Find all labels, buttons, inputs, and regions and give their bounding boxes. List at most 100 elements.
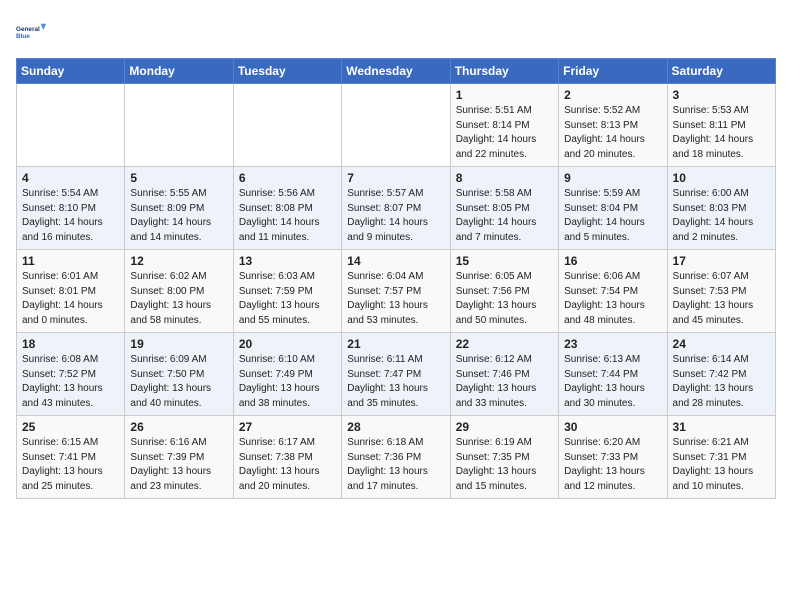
day-info: Sunrise: 5:51 AM Sunset: 8:14 PM Dayligh…	[456, 104, 553, 162]
day-info: Sunrise: 5:54 AM Sunset: 8:10 PM Dayligh…	[22, 187, 119, 245]
day-info: Sunrise: 6:11 AM Sunset: 7:47 PM Dayligh…	[347, 353, 444, 411]
calendar-cell: 6Sunrise: 5:56 AM Sunset: 8:08 PM Daylig…	[233, 167, 341, 250]
day-info: Sunrise: 6:09 AM Sunset: 7:50 PM Dayligh…	[130, 353, 227, 411]
day-info: Sunrise: 6:17 AM Sunset: 7:38 PM Dayligh…	[239, 436, 336, 494]
day-header-saturday: Saturday	[667, 59, 775, 84]
page-header: GeneralBlue	[16, 16, 776, 48]
calendar-cell: 31 Sunrise: 6:21 AM Sunset: 7:31 PM Dayli…	[667, 416, 775, 499]
day-info: Sunrise: 5:52 AM Sunset: 8:13 PM Dayligh…	[564, 104, 661, 162]
day-info: Sunrise: 6:06 AM Sunset: 7:54 PM Dayligh…	[564, 270, 661, 328]
day-info: Sunrise: 6:10 AM Sunset: 7:49 PM Dayligh…	[239, 353, 336, 411]
day-info: Sunrise: 6:04 AM Sunset: 7:57 PM Dayligh…	[347, 270, 444, 328]
calendar-cell: 22Sunrise: 6:12 AM Sunset: 7:46 PM Dayli…	[450, 333, 558, 416]
calendar-cell	[342, 84, 450, 167]
calendar-cell: 19 Sunrise: 6:09 AM Sunset: 7:50 PM Dayli…	[125, 333, 233, 416]
calendar-cell: 11 Sunrise: 6:01 AM Sunset: 8:01 PM Dayli…	[17, 250, 125, 333]
day-number: 21	[347, 337, 444, 351]
day-info: Sunrise: 6:03 AM Sunset: 7:59 PM Dayligh…	[239, 270, 336, 328]
day-header-wednesday: Wednesday	[342, 59, 450, 84]
calendar-cell: 12Sunrise: 6:02 AM Sunset: 8:00 PM Dayli…	[125, 250, 233, 333]
calendar-cell: 8Sunrise: 5:58 AM Sunset: 8:05 PM Daylig…	[450, 167, 558, 250]
day-number: 14	[347, 254, 444, 268]
day-number: 26	[130, 420, 227, 434]
logo-icon: GeneralBlue	[16, 16, 48, 48]
calendar-cell	[233, 84, 341, 167]
calendar-cell: 24 Sunrise: 6:14 AM Sunset: 7:42 PM Dayli…	[667, 333, 775, 416]
calendar-cell: 15Sunrise: 6:05 AM Sunset: 7:56 PM Dayli…	[450, 250, 558, 333]
day-number: 3	[673, 88, 770, 102]
calendar-cell: 13 Sunrise: 6:03 AM Sunset: 7:59 PM Dayli…	[233, 250, 341, 333]
day-info: Sunrise: 6:16 AM Sunset: 7:39 PM Dayligh…	[130, 436, 227, 494]
calendar-cell: 2 Sunrise: 5:52 AM Sunset: 8:13 PM Daylig…	[559, 84, 667, 167]
day-info: Sunrise: 5:56 AM Sunset: 8:08 PM Dayligh…	[239, 187, 336, 245]
svg-text:General: General	[16, 26, 40, 33]
day-info: Sunrise: 6:19 AM Sunset: 7:35 PM Dayligh…	[456, 436, 553, 494]
logo: GeneralBlue	[16, 16, 48, 48]
calendar-cell: 10 Sunrise: 6:00 AM Sunset: 8:03 PM Dayli…	[667, 167, 775, 250]
calendar-cell: 3 Sunrise: 5:53 AM Sunset: 8:11 PM Daylig…	[667, 84, 775, 167]
day-number: 17	[673, 254, 770, 268]
day-info: Sunrise: 6:07 AM Sunset: 7:53 PM Dayligh…	[673, 270, 770, 328]
day-header-sunday: Sunday	[17, 59, 125, 84]
calendar-cell: 25Sunrise: 6:15 AM Sunset: 7:41 PM Dayli…	[17, 416, 125, 499]
day-info: Sunrise: 6:15 AM Sunset: 7:41 PM Dayligh…	[22, 436, 119, 494]
day-info: Sunrise: 5:53 AM Sunset: 8:11 PM Dayligh…	[673, 104, 770, 162]
day-number: 16	[564, 254, 661, 268]
calendar-cell: 28 Sunrise: 6:18 AM Sunset: 7:36 PM Dayli…	[342, 416, 450, 499]
day-info: Sunrise: 6:00 AM Sunset: 8:03 PM Dayligh…	[673, 187, 770, 245]
day-number: 10	[673, 171, 770, 185]
day-number: 29	[456, 420, 553, 434]
day-number: 13	[239, 254, 336, 268]
day-number: 31	[673, 420, 770, 434]
calendar-cell: 18Sunrise: 6:08 AM Sunset: 7:52 PM Dayli…	[17, 333, 125, 416]
day-number: 27	[239, 420, 336, 434]
day-number: 5	[130, 171, 227, 185]
calendar-cell: 27 Sunrise: 6:17 AM Sunset: 7:38 PM Dayli…	[233, 416, 341, 499]
day-info: Sunrise: 6:12 AM Sunset: 7:46 PM Dayligh…	[456, 353, 553, 411]
day-info: Sunrise: 6:18 AM Sunset: 7:36 PM Dayligh…	[347, 436, 444, 494]
day-info: Sunrise: 5:55 AM Sunset: 8:09 PM Dayligh…	[130, 187, 227, 245]
calendar-cell: 30Sunrise: 6:20 AM Sunset: 7:33 PM Dayli…	[559, 416, 667, 499]
day-info: Sunrise: 6:14 AM Sunset: 7:42 PM Dayligh…	[673, 353, 770, 411]
calendar-cell: 1 Sunrise: 5:51 AM Sunset: 8:14 PM Daylig…	[450, 84, 558, 167]
day-info: Sunrise: 5:57 AM Sunset: 8:07 PM Dayligh…	[347, 187, 444, 245]
day-number: 19	[130, 337, 227, 351]
day-info: Sunrise: 6:02 AM Sunset: 8:00 PM Dayligh…	[130, 270, 227, 328]
calendar-cell: 26 Sunrise: 6:16 AM Sunset: 7:39 PM Dayli…	[125, 416, 233, 499]
day-number: 20	[239, 337, 336, 351]
calendar-cell: 7 Sunrise: 5:57 AM Sunset: 8:07 PM Daylig…	[342, 167, 450, 250]
day-number: 11	[22, 254, 119, 268]
calendar-cell	[17, 84, 125, 167]
week-row: 25Sunrise: 6:15 AM Sunset: 7:41 PM Dayli…	[17, 416, 776, 499]
calendar-cell: 9Sunrise: 5:59 AM Sunset: 8:04 PM Daylig…	[559, 167, 667, 250]
day-number: 24	[673, 337, 770, 351]
day-number: 4	[22, 171, 119, 185]
day-info: Sunrise: 6:21 AM Sunset: 7:31 PM Dayligh…	[673, 436, 770, 494]
day-number: 1	[456, 88, 553, 102]
calendar-cell: 23 Sunrise: 6:13 AM Sunset: 7:44 PM Dayli…	[559, 333, 667, 416]
day-number: 8	[456, 171, 553, 185]
calendar-cell: 5 Sunrise: 5:55 AM Sunset: 8:09 PM Daylig…	[125, 167, 233, 250]
day-number: 28	[347, 420, 444, 434]
week-row: 11 Sunrise: 6:01 AM Sunset: 8:01 PM Dayli…	[17, 250, 776, 333]
day-number: 15	[456, 254, 553, 268]
week-row: 18Sunrise: 6:08 AM Sunset: 7:52 PM Dayli…	[17, 333, 776, 416]
day-info: Sunrise: 6:08 AM Sunset: 7:52 PM Dayligh…	[22, 353, 119, 411]
day-info: Sunrise: 6:20 AM Sunset: 7:33 PM Dayligh…	[564, 436, 661, 494]
calendar-table: SundayMondayTuesdayWednesdayThursdayFrid…	[16, 58, 776, 499]
calendar-cell: 21 Sunrise: 6:11 AM Sunset: 7:47 PM Dayli…	[342, 333, 450, 416]
day-header-friday: Friday	[559, 59, 667, 84]
calendar-cell: 20 Sunrise: 6:10 AM Sunset: 7:49 PM Dayli…	[233, 333, 341, 416]
day-header-monday: Monday	[125, 59, 233, 84]
day-info: Sunrise: 6:01 AM Sunset: 8:01 PM Dayligh…	[22, 270, 119, 328]
day-number: 9	[564, 171, 661, 185]
day-info: Sunrise: 6:13 AM Sunset: 7:44 PM Dayligh…	[564, 353, 661, 411]
day-number: 23	[564, 337, 661, 351]
day-header-thursday: Thursday	[450, 59, 558, 84]
calendar-cell: 29 Sunrise: 6:19 AM Sunset: 7:35 PM Dayli…	[450, 416, 558, 499]
day-number: 7	[347, 171, 444, 185]
calendar-cell: 14 Sunrise: 6:04 AM Sunset: 7:57 PM Dayli…	[342, 250, 450, 333]
calendar-cell: 4 Sunrise: 5:54 AM Sunset: 8:10 PM Daylig…	[17, 167, 125, 250]
day-header-tuesday: Tuesday	[233, 59, 341, 84]
day-number: 2	[564, 88, 661, 102]
